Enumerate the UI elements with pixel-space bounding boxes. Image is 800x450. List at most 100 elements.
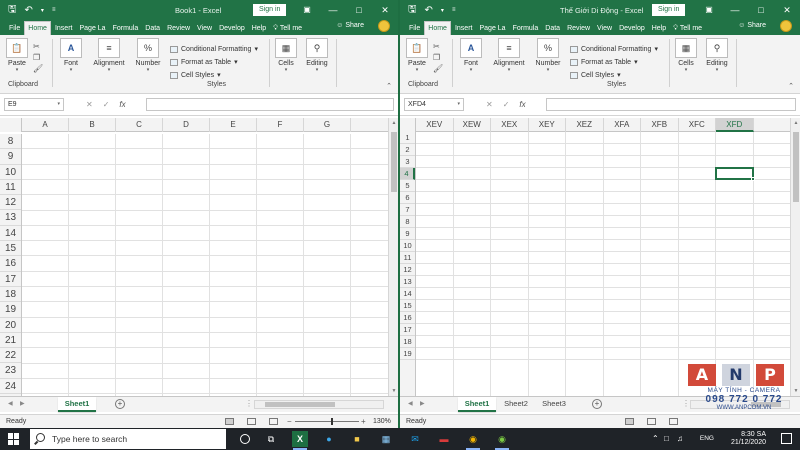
tab-review[interactable]: Review [564,22,593,35]
enter-icon[interactable]: ✓ [503,100,510,109]
row-header-11[interactable]: 11 [0,180,21,196]
feedback-smiley-icon[interactable] [378,20,390,32]
row-header-7[interactable]: 7 [400,204,415,216]
customize-qat-icon[interactable]: ≡ [452,7,456,13]
ribbon-display-options-icon[interactable]: ▣ [696,0,722,20]
page-break-view-icon[interactable] [669,418,678,425]
tab-page-la[interactable]: Page La [76,22,108,35]
row-header-23[interactable]: 23 [0,363,21,379]
undo-dropdown-icon[interactable]: ▾ [441,7,444,14]
row-header-8[interactable]: 8 [400,216,415,228]
tab-insert[interactable]: Insert [52,22,76,35]
excel-taskbar-icon[interactable]: X [292,431,308,450]
sheet-tab-sheet3[interactable]: Sheet3 [536,397,572,412]
column-header-xey[interactable]: XEY [529,118,566,132]
file-explorer-icon[interactable]: ■ [349,431,365,447]
column-header-d[interactable]: D [163,118,210,132]
row-header-10[interactable]: 10 [0,165,21,180]
next-sheet-icon[interactable]: ▶ [20,400,25,407]
row-header-5[interactable]: 5 [400,180,415,192]
select-all-corner[interactable] [0,118,22,132]
undo-dropdown-icon[interactable]: ▾ [41,7,44,14]
row-header-4[interactable]: 4 [400,168,415,180]
cut-icon[interactable]: ✂ [433,41,443,52]
font-group[interactable]: A Font ▾ [458,38,484,90]
save-icon[interactable]: 🖫 [8,2,17,19]
tab-page-la[interactable]: Page La [476,22,508,35]
tab-help[interactable]: Help [649,22,669,35]
name-box[interactable]: E9 ▾ [4,98,64,111]
enter-icon[interactable]: ✓ [103,100,110,109]
column-header-e[interactable]: E [210,118,257,132]
row-header-14[interactable]: 14 [400,288,415,300]
start-button[interactable] [8,433,20,445]
fill-handle[interactable] [750,177,755,181]
row-header-8[interactable]: 8 [0,134,21,150]
zoom-slider-knob[interactable] [331,418,333,425]
tab-insert[interactable]: Insert [452,22,476,35]
row-header-11[interactable]: 11 [400,252,415,264]
sign-in-button[interactable]: Sign in [652,4,686,16]
network-icon[interactable]: □ [664,434,669,443]
tab-home[interactable]: Home [24,21,51,35]
row-header-20[interactable]: 20 [0,318,21,333]
share-button[interactable]: ☺ Share [738,22,766,29]
column-header-xfb[interactable]: XFB [641,118,679,132]
paste-button[interactable]: 📋 Paste ▾ [6,38,28,73]
tab-data[interactable]: Data [542,22,563,35]
copy-icon[interactable]: ❐ [33,52,43,63]
ribbon-display-options-icon[interactable]: ▣ [294,0,320,20]
vertical-scrollbar[interactable]: ▲ ▼ [388,118,398,396]
chrome-icon[interactable]: ◉ [465,431,481,450]
row-header-15[interactable]: 15 [0,241,21,257]
column-header-xev[interactable]: XEV [416,118,454,132]
editing-group[interactable]: ⚲ Editing ▾ [303,38,331,90]
app-icon[interactable]: ▬ [436,431,452,447]
maximize-icon[interactable]: □ [748,0,774,20]
zoom-slider[interactable] [295,421,359,422]
add-sheet-icon[interactable]: + [592,399,602,409]
alignment-group[interactable]: ≡ Alignment ▾ [490,38,528,90]
formula-input[interactable] [146,98,394,111]
cells-group[interactable]: ▦ Cells ▾ [675,38,697,90]
column-header-g[interactable]: G [304,118,351,132]
vertical-scroll-thumb[interactable] [391,132,397,192]
vertical-scrollbar[interactable]: ▲ ▼ [790,118,800,396]
tab-develop[interactable]: Develop [616,22,648,35]
column-header-c[interactable]: C [116,118,163,132]
tab-develop[interactable]: Develop [216,22,248,35]
sheet-tab-sheet1[interactable]: Sheet1 [58,397,96,412]
page-break-view-icon[interactable] [269,418,278,425]
row-header-9[interactable]: 9 [400,228,415,240]
row-header-16[interactable]: 16 [400,312,415,324]
row-header-22[interactable]: 22 [0,348,21,364]
zoom-level[interactable]: 130% [373,418,391,425]
maximize-icon[interactable]: □ [346,0,372,20]
prev-sheet-icon[interactable]: ◀ [408,400,413,407]
row-header-12[interactable]: 12 [400,264,415,276]
zoom-out-icon[interactable]: − [287,417,292,426]
alignment-group[interactable]: ≡ Alignment ▾ [90,38,128,90]
cancel-icon[interactable]: ✕ [86,100,93,109]
next-sheet-icon[interactable]: ▶ [420,400,425,407]
column-header-xfc[interactable]: XFC [679,118,716,132]
editing-group[interactable]: ⚲ Editing ▾ [703,38,731,90]
row-header-18[interactable]: 18 [0,287,21,303]
horizontal-scrollbar[interactable] [254,400,384,409]
page-layout-view-icon[interactable] [647,418,656,425]
format-painter-icon[interactable]: 🖌 [433,63,443,74]
conditional-formatting-button[interactable]: Conditional Formatting ▾ [170,43,258,56]
row-header-2[interactable]: 2 [400,144,415,156]
page-layout-view-icon[interactable] [247,418,256,425]
font-group[interactable]: A Font ▾ [58,38,84,90]
mail-icon[interactable]: ✉ [407,431,423,447]
row-header-17[interactable]: 17 [400,324,415,336]
row-header-13[interactable]: 13 [0,210,21,226]
clock[interactable]: 8:30 SA 21/12/2020 [731,431,766,447]
insert-function-icon[interactable]: fx [119,100,125,109]
row-header-3[interactable]: 3 [400,156,415,168]
conditional-formatting-button[interactable]: Conditional Formatting ▾ [570,43,658,56]
tray-chevron-icon[interactable]: ⌃ [652,434,659,443]
select-all-corner[interactable] [400,118,416,132]
normal-view-icon[interactable] [625,418,634,425]
